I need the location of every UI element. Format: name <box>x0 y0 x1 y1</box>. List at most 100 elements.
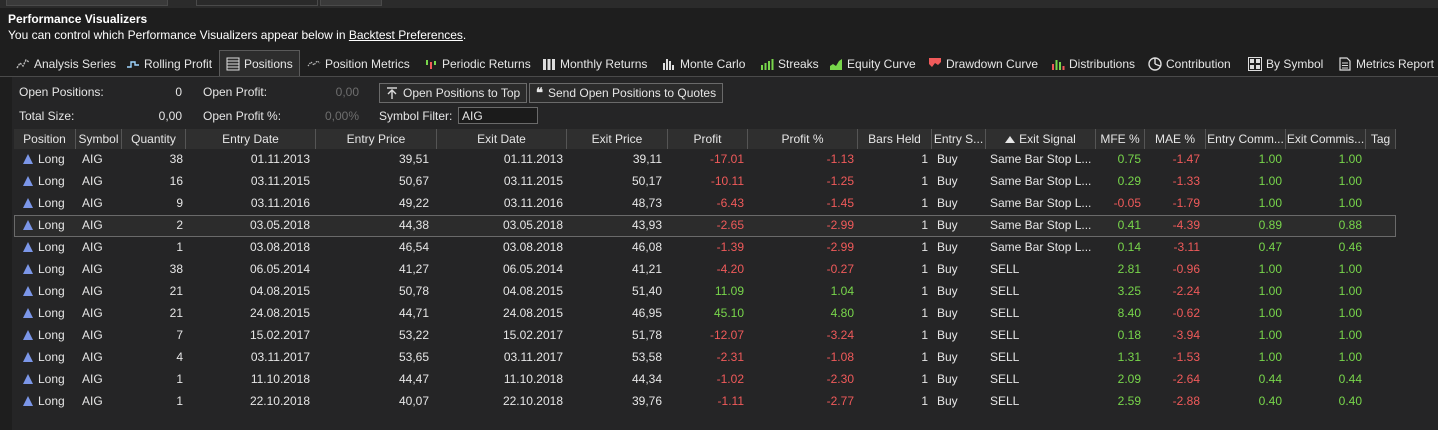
symbol-filter-input[interactable] <box>458 107 538 124</box>
cell-position: Long <box>14 391 76 413</box>
column-header-profit-pct[interactable]: Profit % <box>748 129 858 149</box>
cell-entry-comm: 1.00 <box>1206 281 1286 303</box>
cell-text: 1.00 <box>1338 196 1362 210</box>
cell-text: 1 <box>921 284 928 298</box>
cell-text: 50,17 <box>631 174 662 188</box>
cell-tag <box>1366 259 1396 281</box>
tab-monthly-returns[interactable]: Monthly Returns <box>542 53 647 75</box>
cell-text: Buy <box>937 196 958 210</box>
cell-mae: -1.53 <box>1145 347 1206 369</box>
send-open-positions-to-quotes-button[interactable]: ❝ Send Open Positions to Quotes <box>529 83 724 103</box>
column-header-position[interactable]: Position <box>14 129 76 149</box>
cell-text: 51,40 <box>631 284 662 298</box>
cell-exit-date: 03.11.2016 <box>437 193 567 215</box>
top-tab-1[interactable] <box>6 0 168 6</box>
cell-text: -0.96 <box>1172 262 1200 276</box>
cell-profit-pct: -0.27 <box>748 259 858 281</box>
table-row[interactable]: Long AIG 1 03.08.2018 46,54 03.08.2018 46,08 -1… <box>14 237 1396 259</box>
by-symbol-icon <box>1248 57 1262 71</box>
cell-mae: -4.39 <box>1145 215 1206 237</box>
column-header-entry-commission[interactable]: Entry Comm... <box>1206 129 1286 149</box>
cell-text: -1.13 <box>826 152 854 166</box>
cell-symbol: AIG <box>76 347 122 369</box>
cell-mfe: 0.75 <box>1096 149 1145 171</box>
tab-streaks[interactable]: Streaks <box>760 53 819 75</box>
cell-text: 03.11.2017 <box>503 350 563 364</box>
cell-text: -2.31 <box>716 350 744 364</box>
backtest-preferences-link[interactable]: Backtest Preferences <box>349 28 463 42</box>
tab-periodic-returns[interactable]: Periodic Returns <box>424 53 531 75</box>
column-header-entry-price[interactable]: Entry Price <box>316 129 437 149</box>
cell-text: Same Bar Stop L... <box>990 174 1092 188</box>
cell-text: -1.45 <box>826 196 854 210</box>
panel-title: Performance Visualizers <box>8 12 148 26</box>
column-header-exit-price[interactable]: Exit Price <box>567 129 668 149</box>
column-header-profit[interactable]: Profit <box>668 129 748 149</box>
open-positions-to-top-button[interactable]: Open Positions to Top <box>379 83 528 103</box>
tab-position-metrics[interactable]: Position Metrics <box>307 53 410 75</box>
tab-equity-curve[interactable]: Equity Curve <box>829 53 916 75</box>
table-row[interactable]: Long AIG 1 11.10.2018 44,47 11.10.2018 44,34 -1… <box>14 369 1396 391</box>
column-header-entry-date[interactable]: Entry Date <box>186 129 316 149</box>
cell-profit-pct: 4.80 <box>748 303 858 325</box>
tab-distributions[interactable]: Distributions <box>1051 53 1135 75</box>
tab-analysis-series[interactable]: Analysis Series <box>16 53 116 75</box>
table-row[interactable]: Long AIG 38 01.11.2013 39,51 01.11.2013 39,11 -… <box>14 149 1396 171</box>
cell-text: 22.10.2018 <box>249 394 310 408</box>
tab-positions[interactable]: Positions <box>219 50 300 76</box>
cell-text: -1.25 <box>826 174 854 188</box>
column-header-mfe-pct[interactable]: MFE % <box>1096 129 1145 149</box>
table-row[interactable]: Long AIG 7 15.02.2017 53,22 15.02.2017 51,78 -1… <box>14 325 1396 347</box>
cell-text: 2.09 <box>1117 372 1141 386</box>
table-row[interactable]: Long AIG 2 03.05.2018 44,38 03.05.2018 43,93 -2… <box>14 215 1396 237</box>
column-header-exit-signal[interactable]: Exit Signal <box>986 129 1096 149</box>
cell-text: 1 <box>921 240 928 254</box>
cell-mae: -2.88 <box>1145 391 1206 413</box>
tab-monte-carlo[interactable]: Monte Carlo <box>662 53 745 75</box>
cell-text: 0.46 <box>1338 240 1362 254</box>
table-row[interactable]: Long AIG 21 04.08.2015 50,78 04.08.2015 51,40 1… <box>14 281 1396 303</box>
column-header-quantity[interactable]: Quantity <box>122 129 186 149</box>
cell-entry-price: 49,22 <box>316 193 437 215</box>
cell-text: 11.10.2018 <box>503 372 563 386</box>
cell-exit-signal: Same Bar Stop L... <box>986 149 1096 171</box>
cell-text: Long <box>38 218 65 232</box>
cell-text: 24.08.2015 <box>502 306 563 320</box>
column-header-exit-commission[interactable]: Exit Commis... <box>1286 129 1366 149</box>
cell-exit-signal: Same Bar Stop L... <box>986 171 1096 193</box>
cell-text: 38 <box>169 262 183 276</box>
table-row[interactable]: Long AIG 16 03.11.2015 50,67 03.11.2015 50,17 -… <box>14 171 1396 193</box>
cell-text: SELL <box>990 262 1020 276</box>
table-row[interactable]: Long AIG 9 03.11.2016 49,22 03.11.2016 48,73 -6… <box>14 193 1396 215</box>
table-row[interactable]: Long AIG 38 06.05.2014 41,27 06.05.2014 41,21 -… <box>14 259 1396 281</box>
cell-text: 51,78 <box>631 328 662 342</box>
table-row[interactable]: Long AIG 4 03.11.2017 53,65 03.11.2017 53,58 -2… <box>14 347 1396 369</box>
column-header-exit-date[interactable]: Exit Date <box>437 129 567 149</box>
cell-text: -3.94 <box>1172 328 1200 342</box>
equity-curve-icon <box>830 59 842 70</box>
table-row[interactable]: Long AIG 21 24.08.2015 44,71 24.08.2015 46,95 4… <box>14 303 1396 325</box>
cell-profit-pct: 1.04 <box>748 281 858 303</box>
table-row[interactable]: Long AIG 1 22.10.2018 40,07 22.10.2018 39,76 -1… <box>14 391 1396 413</box>
cell-position: Long <box>14 325 76 347</box>
cell-quantity: 7 <box>122 325 186 347</box>
tab-rolling-profit[interactable]: Rolling Profit <box>126 53 212 75</box>
cell-text: 44,38 <box>398 218 429 232</box>
cell-quantity: 4 <box>122 347 186 369</box>
column-header-bars-held[interactable]: Bars Held <box>858 129 932 149</box>
total-size-value: 0,00 <box>158 109 182 123</box>
column-header-entry-signal[interactable]: Entry S... <box>932 129 986 149</box>
tab-contribution[interactable]: Contribution <box>1148 53 1231 75</box>
column-header-symbol[interactable]: Symbol <box>76 129 122 149</box>
column-header-mae-pct[interactable]: MAE % <box>1145 129 1206 149</box>
tab-by-symbol[interactable]: By Symbol <box>1248 53 1323 75</box>
column-header-tag[interactable]: Tag <box>1366 129 1396 149</box>
open-profit-pct-label: Open Profit %: <box>203 109 282 123</box>
cell-exit-comm: 1.00 <box>1286 347 1366 369</box>
top-tab-2[interactable] <box>196 0 318 6</box>
top-tab-3[interactable] <box>320 0 382 6</box>
tab-drawdown-curve[interactable]: Drawdown Curve <box>928 53 1038 75</box>
tab-metrics-report[interactable]: Metrics Report <box>1338 53 1434 75</box>
cell-exit-signal: Same Bar Stop L... <box>986 215 1096 237</box>
cell-text: 1.00 <box>1338 174 1362 188</box>
